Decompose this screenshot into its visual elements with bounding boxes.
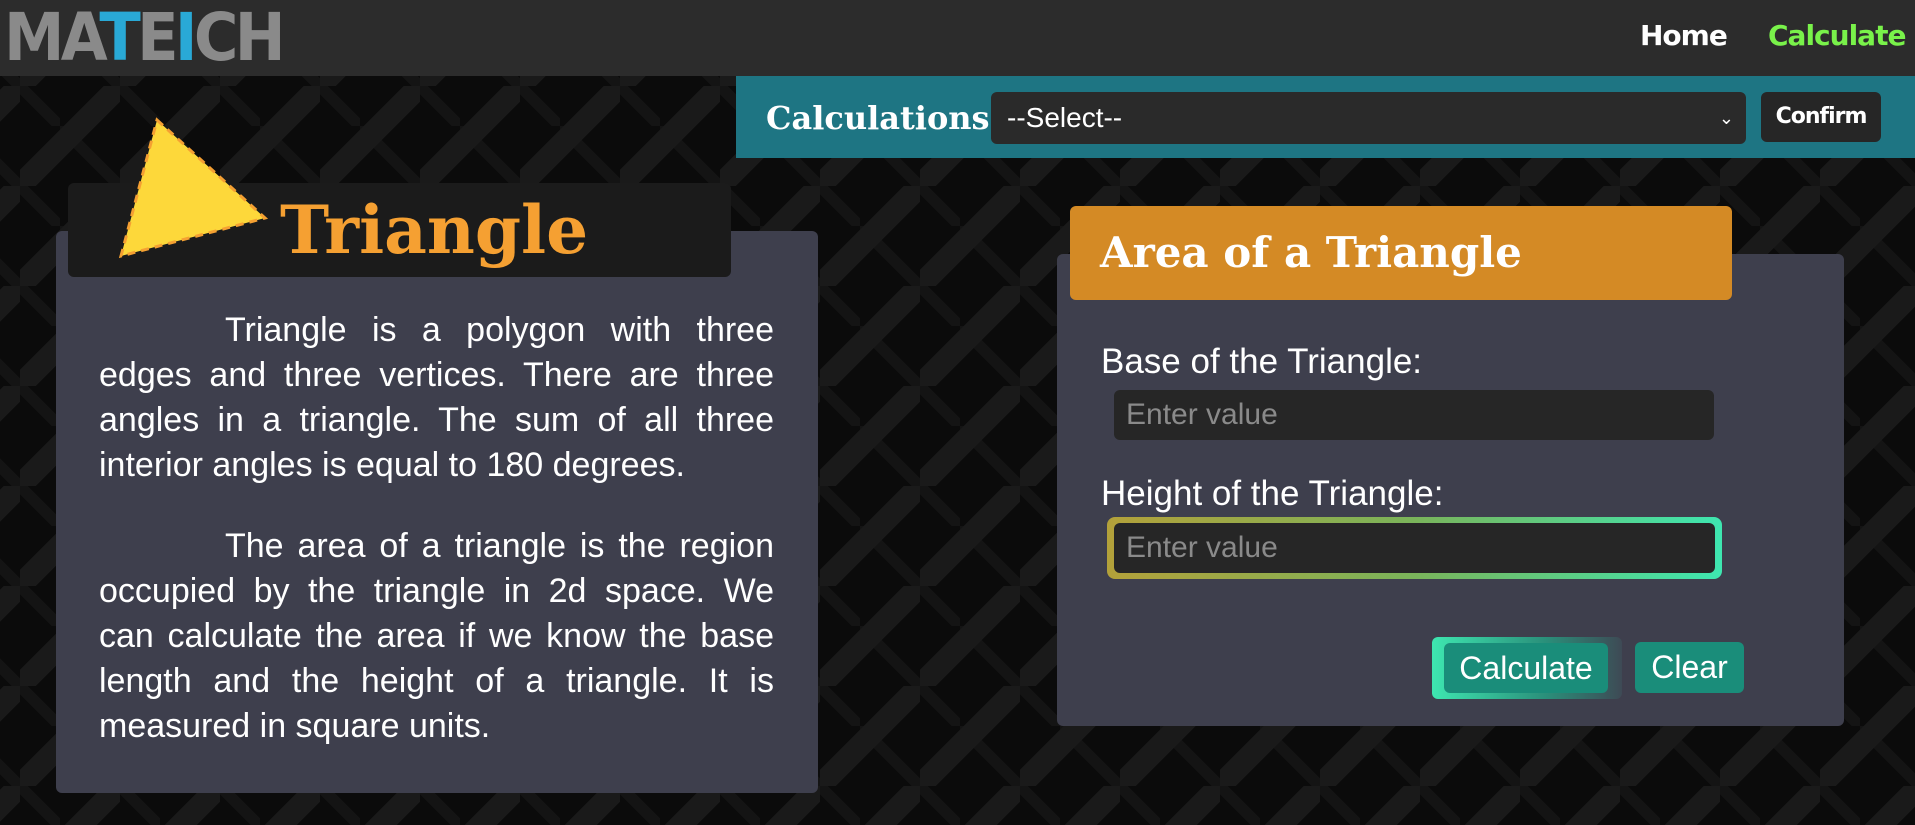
triangle-icon (118, 117, 269, 259)
calculations-select[interactable]: --Select-- ⌄ (991, 92, 1746, 144)
navbar: MATEICH Home Calculate (0, 0, 1915, 76)
calculator-title: Area of a Triangle (1100, 228, 1522, 277)
info-title: Triangle (280, 191, 589, 269)
height-label: Height of the Triangle: (1101, 474, 1444, 513)
info-paragraph: Triangle is a polygon with three edges a… (99, 311, 774, 484)
confirm-button[interactable]: Confirm (1761, 92, 1881, 142)
chevron-down-icon: ⌄ (1718, 108, 1734, 128)
nav-calculate-link[interactable]: Calculate (1768, 18, 1906, 54)
calculate-button[interactable]: Calculate (1444, 643, 1608, 693)
base-input[interactable]: Enter value (1114, 390, 1714, 440)
calculations-label: Calculations: (766, 99, 1002, 137)
nav-home-link[interactable]: Home (1640, 18, 1728, 54)
base-label: Base of the Triangle: (1101, 342, 1423, 381)
info-description: Triangle is a polygon with three edges a… (99, 308, 774, 749)
calculator-header: Area of a Triangle (1070, 206, 1732, 300)
info-paragraph: The area of a triangle is the region occ… (99, 527, 774, 745)
height-input[interactable]: Enter value (1114, 523, 1715, 573)
calculations-select-value: --Select-- (1007, 102, 1123, 133)
calculations-bar: Calculations: --Select-- ⌄ Confirm (736, 76, 1915, 158)
clear-button[interactable]: Clear (1635, 642, 1744, 693)
logo[interactable]: MATEICH (4, 4, 286, 72)
